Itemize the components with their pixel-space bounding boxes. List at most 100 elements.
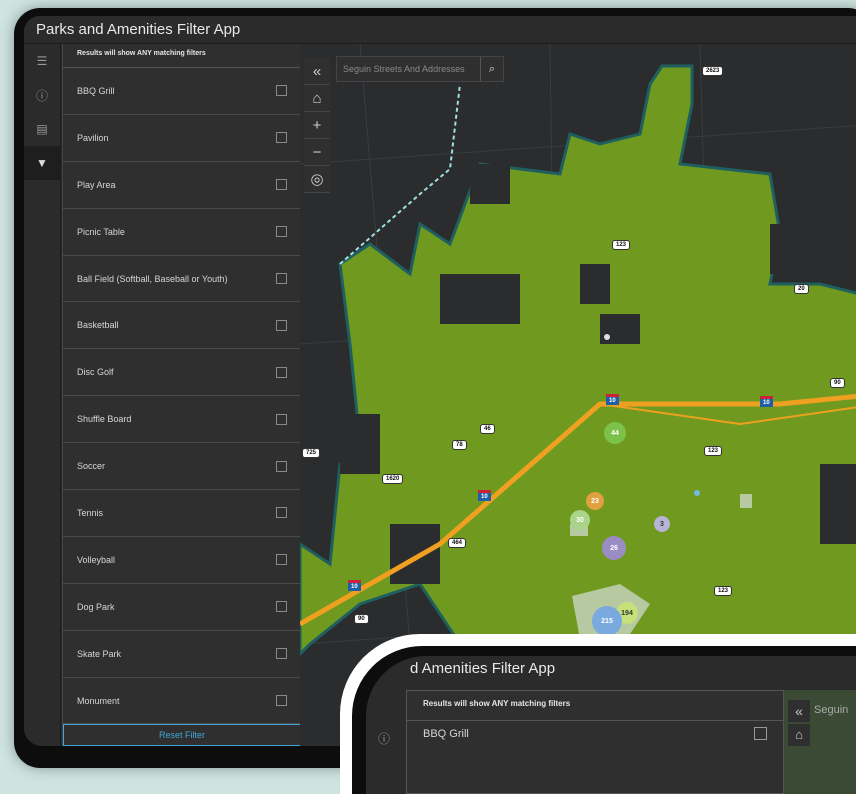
filter-checkbox[interactable]: [276, 695, 287, 707]
filter-item[interactable]: Picnic Table: [63, 209, 301, 256]
filter-item[interactable]: Monument: [63, 678, 301, 725]
home-button[interactable]: ⌂: [788, 724, 810, 746]
inset-panel-heading: Results will show ANY matching filters: [407, 691, 783, 721]
layers-icon[interactable]: ☰: [24, 44, 60, 78]
filter-checkbox[interactable]: [276, 319, 287, 331]
filter-item[interactable]: Ball Field (Softball, Baseball or Youth): [63, 256, 301, 303]
filter-label: Disc Golf: [77, 367, 114, 378]
filter-label: Monument: [77, 695, 120, 706]
road-shield: 46: [480, 424, 495, 434]
collapse-panel-button[interactable]: «: [304, 58, 330, 85]
filter-label: Picnic Table: [77, 226, 125, 237]
inset-app: d Amenities Filter App ⓘ Results will sh…: [366, 656, 856, 794]
filter-label: Play Area: [77, 179, 116, 190]
road-shield: 90: [830, 378, 845, 388]
inset-filter-item[interactable]: BBQ Grill: [407, 721, 783, 746]
filter-checkbox[interactable]: [276, 460, 287, 472]
road-shield: 2623: [702, 66, 724, 76]
filter-checkbox[interactable]: [276, 273, 287, 284]
collapse-panel-button[interactable]: «: [788, 700, 810, 722]
panel-heading: Results will show ANY matching filters: [63, 44, 301, 68]
interstate-shield: 10: [760, 396, 773, 407]
park-cluster[interactable]: 44: [604, 422, 626, 444]
city-limits-area: [300, 64, 856, 657]
inset-filter-panel: Results will show ANY matching filters B…: [406, 690, 784, 794]
filter-checkbox[interactable]: [276, 226, 287, 238]
filter-icon[interactable]: ▼: [24, 146, 60, 180]
park-point[interactable]: [604, 334, 610, 340]
road-shield: 725: [302, 448, 321, 458]
filter-item[interactable]: Play Area: [63, 162, 301, 209]
road-shield: 464: [448, 538, 467, 548]
filter-checkbox[interactable]: [276, 179, 287, 191]
filter-item[interactable]: Disc Golf: [63, 349, 301, 397]
filter-checkbox[interactable]: [276, 413, 287, 425]
inset-title: d Amenities Filter App: [410, 660, 556, 677]
filter-checkbox[interactable]: [276, 366, 287, 378]
filter-label: Volleyball: [77, 554, 116, 565]
filter-label: Basketball: [77, 320, 119, 331]
filter-label: Pavilion: [77, 132, 109, 143]
reset-filter-button[interactable]: Reset Filter: [63, 724, 301, 746]
park-cluster[interactable]: 215: [592, 606, 622, 636]
filter-item[interactable]: Shuffle Board: [63, 396, 301, 444]
filter-label: Ball Field (Softball, Baseball or Youth): [77, 273, 228, 284]
filter-checkbox[interactable]: [276, 132, 287, 144]
road-shield: 78: [452, 440, 467, 450]
park-cluster[interactable]: 23: [586, 492, 604, 510]
road-shield: 123: [704, 446, 723, 456]
search-input[interactable]: Seguin Streets And Addresses: [337, 64, 480, 74]
info-icon[interactable]: ⓘ: [24, 78, 60, 112]
filter-item[interactable]: Soccer: [63, 443, 301, 491]
filter-item[interactable]: Pavilion: [63, 115, 301, 162]
home-button[interactable]: ⌂: [304, 85, 330, 112]
inset-filter-checkbox[interactable]: [754, 727, 767, 740]
inset-device: d Amenities Filter App ⓘ Results will sh…: [352, 646, 856, 794]
filter-item[interactable]: Basketball: [63, 302, 301, 350]
road-shield: 20: [794, 284, 809, 294]
legend-icon[interactable]: ▤: [24, 112, 60, 146]
park-cluster[interactable]: 30: [570, 510, 590, 530]
road-shield: 90: [354, 614, 369, 624]
filter-label: Shuffle Board: [77, 414, 132, 425]
filter-label: Soccer: [77, 461, 106, 472]
park-cluster[interactable]: 26: [602, 536, 626, 560]
zoom-in-button[interactable]: +: [304, 112, 330, 139]
interstate-shield: 10: [478, 490, 491, 501]
filter-item[interactable]: Skate Park: [63, 631, 301, 678]
map-controls: « ⌂ + − ◎: [304, 58, 330, 193]
filter-checkbox[interactable]: [276, 648, 287, 660]
inset-filter-label: BBQ Grill: [423, 727, 469, 740]
filter-item[interactable]: Volleyball: [63, 537, 301, 584]
filter-checkbox[interactable]: [276, 507, 287, 519]
filter-label: Skate Park: [77, 648, 122, 659]
inset-search-text[interactable]: Seguin: [814, 704, 848, 716]
filter-label: Tennis: [77, 507, 104, 518]
filter-panel: Results will show ANY matching filters B…: [62, 44, 302, 746]
road-shield: 123: [612, 240, 631, 250]
inset-rail: ⓘ: [366, 690, 404, 794]
filter-checkbox[interactable]: [276, 601, 287, 613]
filter-item[interactable]: Dog Park: [63, 584, 301, 631]
filter-item[interactable]: BBQ Grill: [63, 68, 301, 115]
inset-map: « ⌂ Seguin: [784, 690, 856, 794]
search-icon[interactable]: ⌕: [480, 57, 503, 81]
filter-checkbox[interactable]: [276, 554, 287, 566]
filter-label: BBQ Grill: [77, 85, 115, 96]
filter-label: Dog Park: [77, 601, 115, 612]
zoom-inset: d Amenities Filter App ⓘ Results will sh…: [340, 634, 856, 794]
filter-list: BBQ Grill Pavilion Play Area Picnic Table Ba…: [63, 68, 301, 725]
park-point[interactable]: [694, 490, 700, 496]
zoom-out-button[interactable]: −: [304, 139, 330, 166]
filter-checkbox[interactable]: [276, 85, 287, 97]
road-shield: 1620: [382, 474, 404, 484]
locate-button[interactable]: ◎: [304, 166, 330, 193]
info-icon[interactable]: ⓘ: [366, 690, 404, 747]
interstate-shield: 10: [606, 394, 619, 405]
filter-item[interactable]: Tennis: [63, 490, 301, 537]
road-shield: 123: [714, 586, 733, 596]
side-rail: ☰ ⓘ ▤ ▼: [24, 44, 61, 746]
address-search[interactable]: Seguin Streets And Addresses ⌕: [336, 56, 504, 82]
park-cluster[interactable]: 3: [654, 516, 670, 532]
interstate-shield: 10: [348, 580, 361, 591]
